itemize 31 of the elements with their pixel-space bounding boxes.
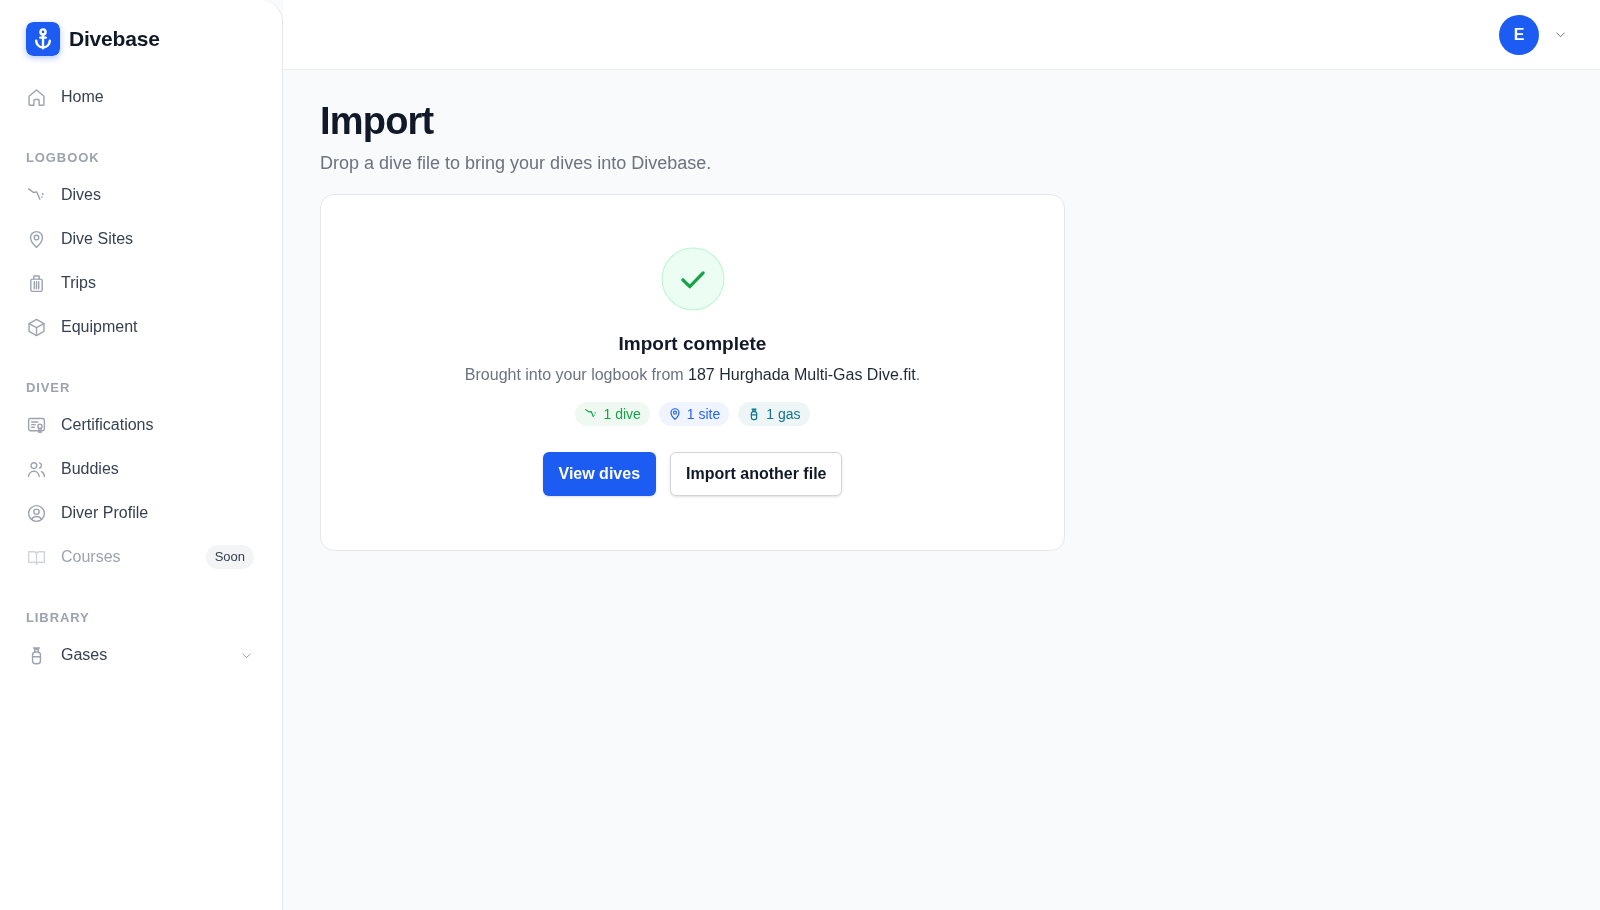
section-heading: LOGBOOK bbox=[26, 150, 100, 166]
sidebar-item[interactable]: Equipment bbox=[20, 305, 262, 349]
soon-badge: Soon bbox=[205, 545, 254, 569]
success-check-icon bbox=[660, 247, 725, 311]
cube-icon bbox=[26, 316, 47, 338]
sidebar-item[interactable]: Dive Sites bbox=[20, 217, 262, 261]
view-dives-button[interactable]: View dives bbox=[542, 452, 657, 496]
sidebar-item[interactable]: Gases bbox=[20, 633, 262, 677]
user-avatar[interactable]: E bbox=[1499, 14, 1539, 55]
sidebar-item[interactable]: Trips bbox=[20, 261, 262, 305]
result-title: Import complete bbox=[618, 332, 767, 356]
section-heading: DIVER bbox=[26, 380, 71, 396]
chip-label: 1 site bbox=[686, 404, 721, 424]
sidebar-item[interactable]: Dives bbox=[20, 173, 262, 217]
result-message: Brought into your logbook from 187 Hurghada Multi-Gas Dive.fit. bbox=[464, 365, 921, 385]
sidebar-item[interactable]: Home bbox=[20, 75, 262, 119]
import-file-button[interactable]: Import another file bbox=[670, 452, 843, 496]
sidebar-item: Courses Soon bbox=[20, 535, 262, 579]
chip-label: 1 dive bbox=[603, 404, 641, 424]
page-subtitle: Drop a dive file to bring your dives into Divebase. bbox=[320, 152, 712, 175]
chip-label: 1 gas bbox=[766, 404, 801, 424]
home-icon bbox=[26, 86, 47, 108]
sidebar-item[interactable]: Diver Profile bbox=[20, 491, 262, 535]
sidebar-item[interactable]: Buddies bbox=[20, 447, 262, 491]
sidebar-item[interactable]: Certifications bbox=[20, 403, 262, 447]
page-title: Import bbox=[320, 99, 434, 143]
map-pin-icon bbox=[667, 407, 682, 421]
section-heading: LIBRARY bbox=[26, 610, 90, 626]
user-circle-icon bbox=[26, 502, 47, 524]
anchor-logo-icon bbox=[26, 22, 60, 56]
app-name: Divebase bbox=[69, 26, 160, 53]
